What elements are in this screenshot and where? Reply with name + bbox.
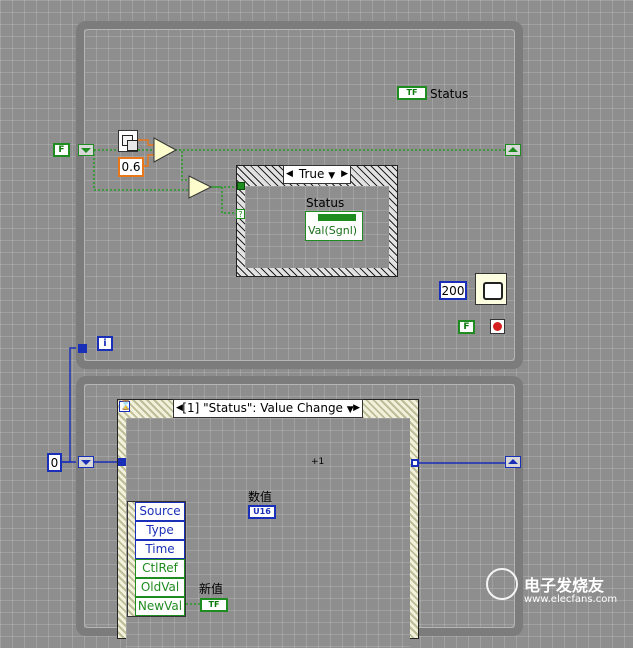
compare-constant[interactable]: 0.6 (118, 157, 144, 177)
new-value-label: 新值 (199, 582, 224, 596)
case-selector-terminal[interactable]: ? (236, 209, 245, 219)
stop-icon (493, 322, 502, 331)
event-data-type[interactable]: Type (135, 521, 185, 540)
dropdown-icon[interactable]: ▼ (328, 171, 335, 181)
shift-register-left-top[interactable] (78, 144, 94, 156)
stop-terminal[interactable] (490, 319, 505, 334)
event-data-node[interactable]: Source Type Time CtlRef OldVal NewVal (127, 501, 186, 617)
increment-label: +1 (311, 457, 325, 467)
increment-arrow-icon[interactable]: ▶ (341, 166, 348, 182)
increment-arrow-icon[interactable]: ▶ (353, 400, 360, 416)
shift-register-left-bottom[interactable] (78, 456, 94, 468)
wait-ms-constant[interactable]: 200 (439, 281, 467, 300)
event-tunnel-out (411, 459, 419, 467)
shift-down-icon (81, 148, 91, 153)
iteration-tunnel (78, 344, 87, 353)
property-node-header (308, 214, 360, 221)
shift-register-right-top[interactable] (505, 144, 521, 156)
event-case-selector[interactable]: ◀ [1] "Status": Value Change ▼ ▶ (173, 399, 363, 418)
newval-wire (186, 603, 200, 605)
property-node-label: Status (306, 196, 345, 210)
status-indicator-label: Status (430, 87, 469, 101)
property-node[interactable]: Val(Sgnl) (305, 211, 363, 241)
event-data-newval[interactable]: NewVal (135, 597, 185, 616)
watch-icon (483, 282, 503, 300)
shift-down-icon (81, 460, 91, 465)
new-value-terminal[interactable]: TF (200, 598, 228, 612)
timeout-icon[interactable]: ⌛ (119, 401, 131, 412)
event-tunnel-in (118, 458, 126, 466)
initial-value-constant[interactable]: 0 (47, 453, 62, 472)
watermark-title: 电子发烧友 (524, 576, 605, 595)
property-node-item[interactable]: Val(Sgnl) (306, 223, 362, 239)
event-data-time[interactable]: Time (135, 540, 185, 559)
status-indicator-terminal[interactable]: TF (397, 86, 427, 100)
decrement-arrow-icon[interactable]: ◀ (286, 166, 293, 182)
event-data-source[interactable]: Source (135, 502, 185, 521)
decrement-arrow-icon[interactable]: ◀ (176, 400, 183, 416)
iteration-terminal[interactable]: i (97, 336, 113, 351)
shift-up-icon (508, 147, 518, 152)
output-terminal[interactable]: U16 (248, 505, 276, 519)
elecfans-logo-icon (486, 568, 518, 600)
wait-ms-node[interactable] (475, 273, 507, 305)
false-constant[interactable]: F (53, 143, 70, 157)
shift-up-icon (508, 459, 518, 464)
shift-register-right-bottom[interactable] (505, 456, 521, 468)
event-case-label: [1] "Status": Value Change (182, 401, 343, 415)
case-selector-label: True (298, 167, 325, 181)
event-data-ctlref[interactable]: CtlRef (135, 559, 185, 578)
stop-false-constant[interactable]: F (458, 320, 475, 334)
event-data-oldval[interactable]: OldVal (135, 578, 185, 597)
case-tunnel-in (237, 182, 245, 190)
output-label: 数值 (248, 490, 273, 504)
watermark-url: www.elecfans.com (524, 594, 618, 605)
random-number-node[interactable] (118, 130, 138, 152)
case-selector[interactable]: ◀ True ▼ ▶ (283, 165, 351, 184)
